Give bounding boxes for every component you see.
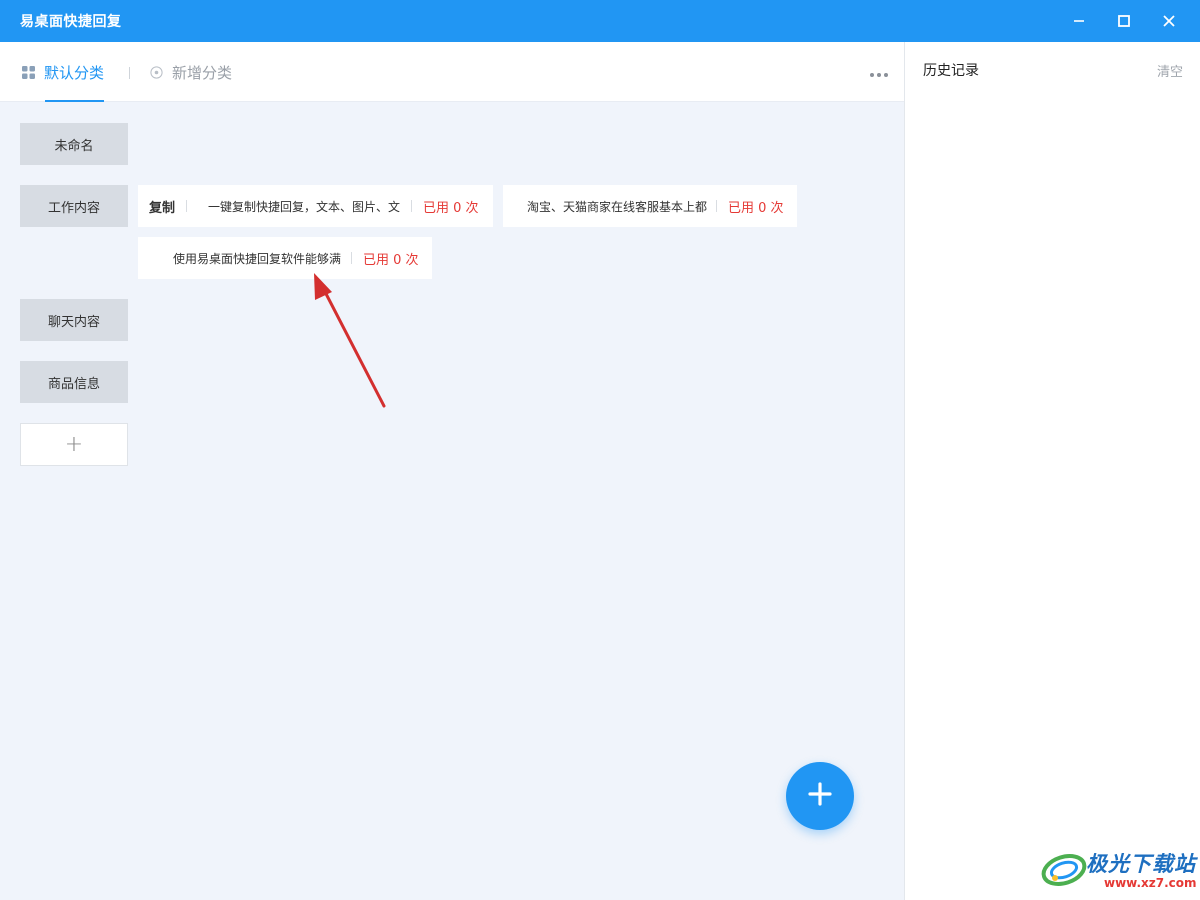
tab-add-category[interactable]: 新增分类 — [150, 42, 232, 102]
reply-card-text: 淘宝、天猫商家在线客服基本上都 — [527, 199, 708, 214]
annotation-arrow — [314, 273, 386, 408]
tab-divider — [129, 67, 130, 79]
watermark-url: www.xz7.com — [1104, 876, 1197, 890]
add-category-button[interactable]: + — [20, 423, 128, 466]
add-circle-icon — [150, 65, 163, 79]
close-button[interactable] — [1147, 0, 1191, 42]
grid-icon — [22, 65, 35, 79]
card-divider — [186, 200, 188, 212]
more-dots-icon — [869, 63, 889, 82]
category-unnamed[interactable]: 未命名 — [20, 123, 128, 165]
window-title: 易桌面快捷回复 — [20, 14, 122, 30]
category-work[interactable]: 工作内容 — [20, 185, 128, 227]
category-product[interactable]: 商品信息 — [20, 361, 128, 403]
minimize-icon — [1073, 12, 1085, 31]
site-watermark: 极光下载站 www.xz7.com — [1040, 846, 1197, 894]
title-bar: 易桌面快捷回复 — [0, 0, 1200, 42]
tab-default-category[interactable]: 默认分类 — [22, 42, 105, 102]
reply-card-used-count: 已用 0 次 — [363, 252, 419, 268]
reply-card-used-count: 已用 0 次 — [423, 200, 479, 216]
watermark-name: 极光下载站 — [1086, 852, 1196, 876]
tab-add-label: 新增分类 — [172, 63, 233, 82]
main-pane: 默认分类 新增分类 未命名 工作内容 聊天内容 商品信息 + 复制 一键复制快捷… — [0, 42, 904, 900]
minimize-button[interactable] — [1057, 0, 1101, 42]
reply-card-used-count: 已用 0 次 — [728, 200, 784, 216]
card-divider — [716, 200, 717, 212]
category-chat[interactable]: 聊天内容 — [20, 299, 128, 341]
reply-card-text: 使用易桌面快捷回复软件能够满 — [173, 251, 342, 266]
more-button[interactable] — [866, 62, 892, 82]
card-divider — [411, 200, 413, 212]
category-tab-bar: 默认分类 新增分类 — [0, 42, 904, 102]
history-panel: 历史记录 清空 — [904, 42, 1200, 900]
history-title: 历史记录 — [923, 63, 979, 79]
maximize-button[interactable] — [1102, 0, 1146, 42]
tab-default-label: 默认分类 — [44, 63, 105, 82]
reply-card[interactable]: 淘宝、天猫商家在线客服基本上都 已用 0 次 — [503, 185, 797, 227]
card-divider — [351, 252, 352, 264]
close-icon — [1163, 12, 1175, 31]
plus-icon — [808, 782, 832, 810]
maximize-icon — [1118, 12, 1130, 31]
reply-card[interactable]: 复制 一键复制快捷回复，文本、图片、文 已用 0 次 — [138, 185, 493, 227]
reply-card-title: 复制 — [149, 200, 176, 216]
reply-card-text: 一键复制快捷回复，文本、图片、文 — [208, 199, 401, 214]
aurora-logo-icon — [1041, 854, 1087, 886]
clear-history-button[interactable]: 清空 — [1157, 61, 1183, 80]
add-reply-button[interactable] — [786, 762, 854, 830]
